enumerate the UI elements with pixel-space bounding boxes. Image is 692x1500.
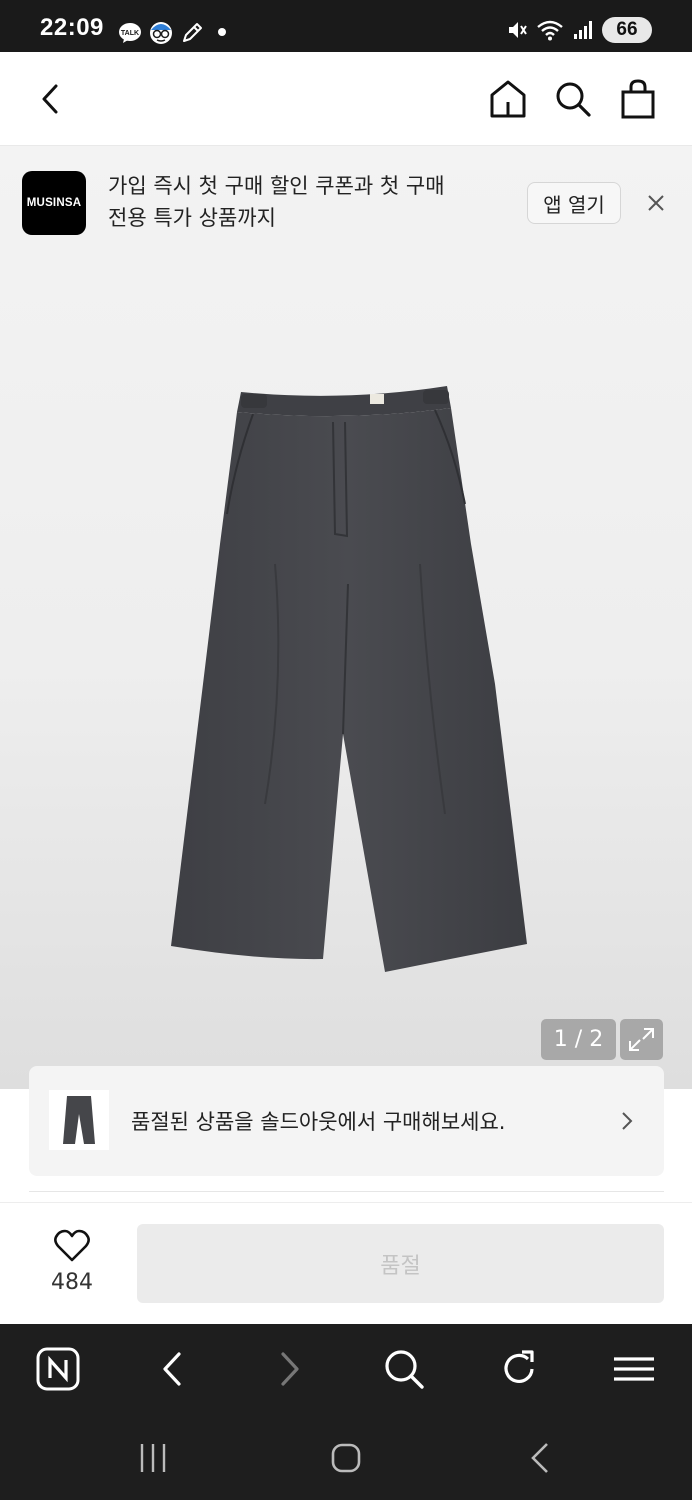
shopping-bag-icon[interactable] bbox=[618, 78, 658, 120]
status-bar: 22:09 TALK 66 bbox=[0, 0, 692, 52]
refresh-icon[interactable] bbox=[496, 1346, 542, 1392]
banner-message-line1: 가입 즉시 첫 구매 할인 쿠폰과 첫 구매 bbox=[108, 174, 445, 198]
notification-icons: TALK bbox=[118, 20, 204, 46]
recent-apps-icon[interactable] bbox=[133, 1438, 173, 1478]
like-count: 484 bbox=[51, 1270, 93, 1295]
image-counter: 1 / 2 bbox=[541, 1019, 616, 1060]
open-app-button[interactable]: 앱 열기 bbox=[527, 182, 621, 224]
app-install-banner: MUSINSA 가입 즉시 첫 구매 할인 쿠폰과 첫 구매 전용 특가 상품까… bbox=[0, 146, 692, 261]
divider bbox=[29, 1191, 664, 1192]
home-icon[interactable] bbox=[488, 78, 528, 120]
action-bar-divider bbox=[0, 1202, 692, 1203]
soldout-promo-card[interactable]: 품절된 상품을 솔드아웃에서 구매해보세요. bbox=[29, 1066, 664, 1176]
like-button[interactable]: 484 bbox=[40, 1226, 104, 1298]
cartoon-face-icon bbox=[150, 22, 172, 44]
close-icon[interactable] bbox=[644, 191, 668, 215]
soldout-promo-text: 품절된 상품을 솔드아웃에서 구매해보세요. bbox=[131, 1110, 506, 1134]
battery-indicator: 66 bbox=[602, 17, 652, 43]
musinsa-logo: MUSINSA bbox=[22, 171, 86, 235]
system-home-icon[interactable] bbox=[326, 1438, 366, 1478]
browser-toolbar bbox=[0, 1324, 692, 1414]
expand-icon[interactable] bbox=[620, 1019, 663, 1060]
notification-dot bbox=[218, 28, 226, 36]
signal-icon bbox=[574, 21, 592, 39]
system-nav-bar bbox=[0, 1414, 692, 1500]
product-image bbox=[171, 386, 527, 972]
naver-icon[interactable] bbox=[35, 1346, 81, 1392]
wifi-icon bbox=[537, 20, 563, 41]
heart-icon bbox=[54, 1229, 90, 1262]
browser-forward-icon[interactable] bbox=[266, 1346, 312, 1392]
search-icon[interactable] bbox=[553, 79, 593, 119]
svg-text:TALK: TALK bbox=[121, 30, 139, 37]
system-back-icon[interactable] bbox=[521, 1438, 561, 1478]
product-gallery[interactable]: MUSINSA 가입 즉시 첫 구매 할인 쿠폰과 첫 구매 전용 특가 상품까… bbox=[0, 146, 692, 1089]
browser-search-icon[interactable] bbox=[381, 1346, 427, 1392]
banner-message-line2: 전용 특가 상품까지 bbox=[108, 206, 276, 230]
mute-icon bbox=[509, 22, 527, 38]
menu-icon[interactable] bbox=[611, 1346, 657, 1392]
talk-icon: TALK bbox=[119, 23, 141, 43]
chevron-right-icon bbox=[622, 1112, 633, 1130]
banner-message: 가입 즉시 첫 구매 할인 쿠폰과 첫 구매 전용 특가 상품까지 bbox=[108, 170, 508, 234]
product-thumbnail bbox=[49, 1090, 109, 1150]
status-right: 66 bbox=[506, 17, 652, 43]
browser-back-icon[interactable] bbox=[150, 1346, 196, 1392]
pen-icon bbox=[183, 23, 202, 42]
top-nav bbox=[0, 52, 692, 146]
back-icon[interactable] bbox=[34, 80, 70, 118]
soldout-button[interactable]: 품절 bbox=[137, 1224, 664, 1303]
status-time: 22:09 bbox=[40, 14, 104, 41]
